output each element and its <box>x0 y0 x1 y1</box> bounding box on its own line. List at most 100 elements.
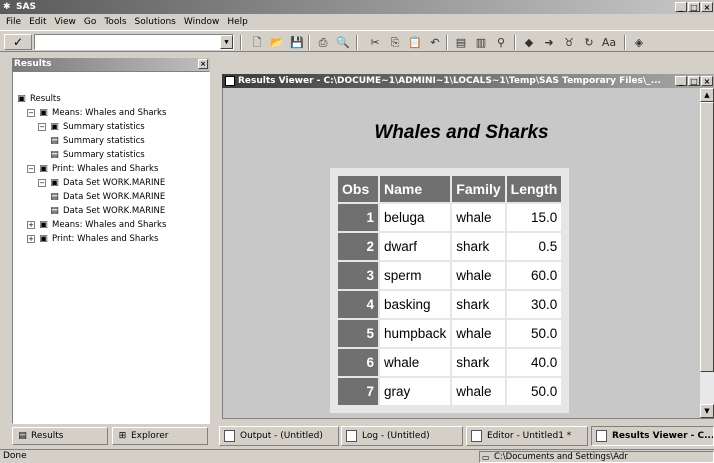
cell-obs: 5 <box>338 320 378 347</box>
cut-icon[interactable]: ✂ <box>366 35 384 50</box>
results-icon: ▤ <box>18 430 27 441</box>
find-icon[interactable]: ⚲ <box>492 35 510 50</box>
column-header-family: Family <box>452 176 505 202</box>
expand-icon[interactable]: + <box>27 234 35 243</box>
print-preview-icon[interactable]: 🔍 <box>334 35 352 50</box>
cell-length: 0.5 <box>506 233 562 260</box>
tree-item[interactable]: + ▣ Print: Whales and Sharks <box>27 233 158 246</box>
tree-item-label: Means: Whales and Sharks <box>52 108 167 118</box>
print-icon[interactable]: ⎙ <box>314 35 332 50</box>
viewer-vertical-scrollbar[interactable]: ▲ ▼ <box>700 88 714 418</box>
collapse-icon[interactable]: − <box>38 178 46 187</box>
submit-icon[interactable]: ♉ <box>560 35 578 50</box>
table-row: 4 basking shark 30.0 <box>338 291 562 318</box>
task-output-window[interactable]: Output - (Untitled) <box>219 426 339 446</box>
menu-edit[interactable]: Edit <box>25 14 50 30</box>
results-content: Whales and Sharks Obs Name Family Length… <box>223 88 700 418</box>
menu-go[interactable]: Go <box>80 14 100 30</box>
folder-icon: ▣ <box>39 107 48 118</box>
task-output-label: Output - (Untitled) <box>240 431 323 441</box>
report-title: Whales and Sharks <box>374 122 549 143</box>
forward-arrow-icon[interactable]: ➜ <box>540 35 558 50</box>
cell-length: 50.0 <box>506 320 562 347</box>
tree-item-label: Data Set WORK.MARINE <box>63 178 166 188</box>
menu-help[interactable]: Help <box>223 14 252 30</box>
tree-item-label: Data Set WORK.MARINE <box>63 206 166 216</box>
collapse-icon[interactable]: − <box>27 164 35 173</box>
tree-item[interactable]: ▤ Data Set WORK.MARINE <box>49 205 165 218</box>
libraries-icon[interactable]: ▥ <box>472 35 490 50</box>
menu-file[interactable]: File <box>2 14 25 30</box>
app-title-bar[interactable]: ✱ SAS _ □ × <box>0 0 714 14</box>
scroll-thumb[interactable] <box>700 102 714 372</box>
minimize-button[interactable]: _ <box>675 2 687 12</box>
menu-bar: File Edit View Go Tools Solutions Window Help <box>0 14 714 30</box>
close-button[interactable]: × <box>701 2 713 12</box>
cell-obs: 3 <box>338 262 378 289</box>
new-document-icon[interactable]: 🗋 <box>248 35 266 50</box>
tab-explorer[interactable]: ⊞ Explorer <box>112 427 208 445</box>
menu-window[interactable]: Window <box>180 14 224 30</box>
tree-item[interactable]: − ▣ Print: Whales and Sharks <box>27 163 158 176</box>
menu-solutions[interactable]: Solutions <box>131 14 180 30</box>
help-book-icon[interactable]: ◈ <box>630 35 648 50</box>
command-dropdown-button[interactable]: ▼ <box>220 35 233 49</box>
viewer-close-button[interactable]: × <box>701 76 713 86</box>
folder-icon: ▣ <box>39 233 48 244</box>
command-input[interactable]: ▼ <box>34 34 234 50</box>
font-icon[interactable]: Aa <box>600 35 618 50</box>
table-row: 3 sperm whale 60.0 <box>338 262 562 289</box>
viewer-minimize-button[interactable]: _ <box>675 76 687 86</box>
results-viewer-title-bar[interactable]: Results Viewer - C:\DOCUME~1\ADMINI~1\LO… <box>222 74 714 88</box>
results-pane-close-button[interactable]: × <box>198 59 208 69</box>
cell-family: whale <box>452 378 505 405</box>
back-arrow-icon[interactable]: ◆ <box>520 35 538 50</box>
table-row: 2 dwarf shark 0.5 <box>338 233 562 260</box>
current-folder-panel[interactable]: ▭ C:\Documents and Settings\Adr <box>479 451 714 463</box>
tree-item[interactable]: ▣ Results <box>16 93 61 106</box>
explorer-icon: ⊞ <box>118 430 127 441</box>
app-title: SAS <box>16 2 36 12</box>
toolbar-separator <box>624 35 626 50</box>
scroll-up-button[interactable]: ▲ <box>700 88 714 102</box>
cell-name: sperm <box>380 262 451 289</box>
tree-item[interactable]: ▤ Data Set WORK.MARINE <box>49 191 165 204</box>
tree-item[interactable]: − ▣ Data Set WORK.MARINE <box>38 177 165 190</box>
task-editor-window[interactable]: Editor - Untitled1 * <box>466 426 588 446</box>
cell-name: gray <box>380 378 451 405</box>
tree-item-label: Print: Whales and Sharks <box>52 234 159 244</box>
tree-item[interactable]: − ▣ Means: Whales and Sharks <box>27 107 166 120</box>
tab-results[interactable]: ▤ Results <box>12 427 108 445</box>
toolbar-separator <box>514 35 516 50</box>
scroll-down-button[interactable]: ▼ <box>700 404 714 418</box>
tree-item-label: Results <box>30 94 61 104</box>
collapse-icon[interactable]: − <box>38 122 46 131</box>
collapse-icon[interactable]: − <box>27 108 35 117</box>
cell-family: whale <box>452 204 505 231</box>
expand-icon[interactable]: + <box>27 220 35 229</box>
tree-item[interactable]: + ▣ Means: Whales and Sharks <box>27 219 166 232</box>
maximize-button[interactable]: □ <box>688 2 700 12</box>
task-log-window[interactable]: Log - (Untitled) <box>341 426 463 446</box>
results-viewer-title: Results Viewer - C:\DOCUME~1\ADMINI~1\LO… <box>238 76 661 86</box>
cell-length: 50.0 <box>506 378 562 405</box>
tree-item-label: Summary statistics <box>63 150 145 160</box>
menu-tools[interactable]: Tools <box>100 14 130 30</box>
save-icon[interactable]: 💾 <box>288 35 306 50</box>
folder-icon: ▣ <box>17 93 26 104</box>
open-folder-icon[interactable]: 📂 <box>268 35 286 50</box>
paste-icon[interactable]: 📋 <box>406 35 424 50</box>
refresh-icon[interactable]: ↻ <box>580 35 598 50</box>
tree-item[interactable]: − ▣ Summary statistics <box>38 121 145 134</box>
undo-icon[interactable]: ↶ <box>426 35 444 50</box>
copy-icon[interactable]: ⎘ <box>386 35 404 50</box>
menu-view[interactable]: View <box>51 14 80 30</box>
tree-item[interactable]: ▤ Summary statistics <box>49 149 145 162</box>
table-row: 7 gray whale 50.0 <box>338 378 562 405</box>
tree-item-label: Means: Whales and Sharks <box>52 220 167 230</box>
submit-command-button[interactable]: ✓ <box>4 34 32 50</box>
viewer-maximize-button[interactable]: □ <box>688 76 700 86</box>
tree-item[interactable]: ▤ Summary statistics <box>49 135 144 148</box>
task-results-viewer-window[interactable]: Results Viewer - C... <box>591 426 714 446</box>
explorer-window-icon[interactable]: ▤ <box>452 35 470 50</box>
